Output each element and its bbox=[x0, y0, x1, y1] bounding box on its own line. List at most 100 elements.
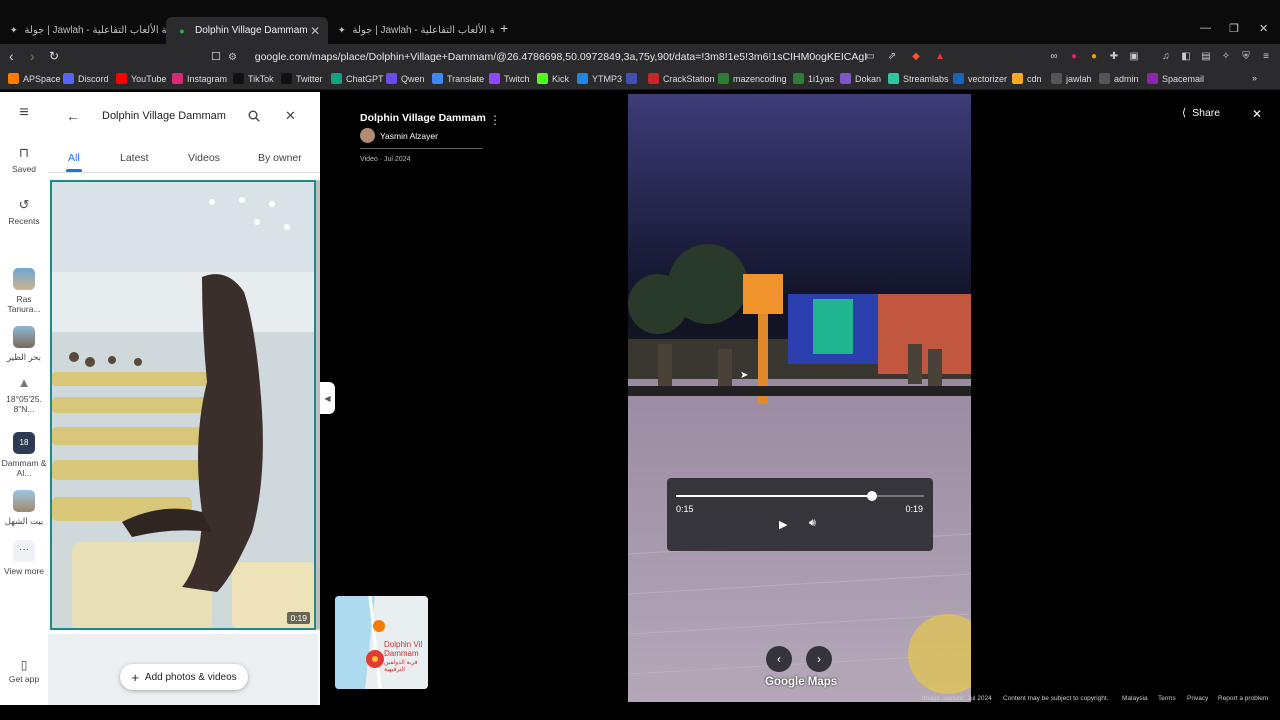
bookmark-label: YouTube bbox=[131, 73, 167, 84]
share-icon: ⟨ bbox=[1182, 107, 1187, 119]
more-options-icon[interactable]: ⋮ bbox=[489, 113, 501, 127]
wallet-icon[interactable]: ▤ bbox=[1199, 49, 1213, 63]
minimize-icon[interactable]: — bbox=[1200, 22, 1211, 34]
brave-shield-icon[interactable]: ◆ bbox=[909, 49, 923, 63]
seek-handle[interactable] bbox=[866, 491, 877, 501]
play-icon[interactable]: ▶ bbox=[779, 518, 787, 531]
bookmark-item[interactable]: APSpace bbox=[8, 73, 61, 84]
share-page-icon[interactable]: ⇗ bbox=[885, 49, 899, 63]
close-tab-icon[interactable]: ✕ bbox=[310, 24, 320, 38]
vpn-shield-icon[interactable]: ⛨ bbox=[1239, 49, 1253, 63]
menu-icon[interactable]: ≡ bbox=[1259, 49, 1273, 63]
url-text: google.com/maps/place/Dolphin+Village+Da… bbox=[254, 51, 868, 63]
minimap-thumbnail[interactable]: Dolphin Vil Dammam قرية الدولفين الترفيه… bbox=[335, 596, 428, 689]
bookmark-item[interactable]: Twitter bbox=[281, 73, 323, 84]
bookmark-item[interactable]: 1i1yas bbox=[793, 73, 834, 84]
bookmark-item[interactable]: ChatGPT bbox=[331, 73, 384, 84]
bookmark-item[interactable]: jawlah bbox=[1051, 73, 1092, 84]
bookmark-item[interactable]: Discord bbox=[63, 73, 109, 84]
add-photos-videos-button[interactable]: + Add photos & videos bbox=[120, 664, 248, 690]
bookmark-item[interactable]: CrackStation bbox=[648, 73, 715, 84]
bookmark-item[interactable]: mazencoding bbox=[718, 73, 787, 84]
cast-icon[interactable]: ▭ bbox=[863, 49, 877, 63]
bookmark-item[interactable]: Spacemail bbox=[1147, 73, 1204, 84]
bookmark-item[interactable]: Instagram bbox=[172, 73, 227, 84]
place-title[interactable]: Dolphin Village Dammam bbox=[360, 112, 500, 124]
browser-tab-maps[interactable]: ● Dolphin Village Dammam - Goo ✕ bbox=[166, 17, 328, 44]
bookmark-favicon-icon bbox=[626, 73, 637, 84]
forward-icon[interactable]: › bbox=[30, 48, 35, 64]
restore-icon[interactable]: ❐ bbox=[1229, 22, 1239, 35]
extension-shield-icon[interactable]: ● bbox=[1067, 49, 1081, 63]
view-more-button[interactable]: ··· View more bbox=[0, 540, 48, 576]
bookmark-item[interactable]: YTMP3 bbox=[577, 73, 622, 84]
clear-search-icon[interactable]: ✕ bbox=[285, 108, 296, 124]
search-input[interactable]: Dolphin Village Dammam bbox=[102, 110, 226, 122]
more-bookmarks-icon[interactable]: » bbox=[1252, 73, 1257, 83]
recent-ras-tanura[interactable]: Ras Tanura... bbox=[0, 268, 48, 314]
terms-link[interactable]: Terms bbox=[1158, 695, 1176, 702]
bookmark-label: vectorizer bbox=[968, 73, 1008, 84]
share-button[interactable]: ⟨ Share bbox=[1182, 107, 1220, 119]
window-close-icon[interactable]: ✕ bbox=[1259, 22, 1268, 35]
site-info-icon[interactable]: ⚙ bbox=[228, 52, 241, 63]
brave-rewards-icon[interactable]: ▲ bbox=[933, 49, 947, 63]
recent-coordinates[interactable]: ▲ 18°05'25. 8"N... bbox=[0, 376, 48, 414]
recent-bahr[interactable]: بحر الظير bbox=[0, 326, 48, 362]
tab-all[interactable]: All bbox=[68, 152, 80, 164]
reload-icon[interactable]: ↻ bbox=[49, 49, 59, 63]
seek-bar[interactable] bbox=[676, 491, 924, 501]
previous-media-button[interactable]: ‹ bbox=[766, 646, 792, 672]
bookmark-item[interactable]: Translate bbox=[432, 73, 484, 84]
browser-tab-jawlah-2[interactable]: ✦ جولة | Jawlah - منصة الألعاب التفاعلية bbox=[328, 17, 494, 44]
bookmark-item[interactable]: vectorizer bbox=[953, 73, 1007, 84]
bookmark-item[interactable]: Dokan bbox=[840, 73, 881, 84]
bookmark-item[interactable]: YouTube bbox=[116, 73, 166, 84]
recent-dammam[interactable]: 18 Dammam & Al... bbox=[0, 432, 48, 478]
get-app-button[interactable]: ▯ Get app bbox=[0, 659, 48, 684]
collapse-panel-button[interactable]: ◀ bbox=[320, 382, 335, 414]
back-arrow-icon[interactable]: ← bbox=[66, 108, 80, 124]
volume-icon[interactable]: 🔊︎ bbox=[809, 517, 816, 530]
chevron-right-icon: › bbox=[817, 652, 821, 666]
extension-box-icon[interactable]: ▣ bbox=[1127, 49, 1141, 63]
plus-icon: + bbox=[131, 669, 139, 685]
bookmark-item[interactable]: Streamlabs bbox=[888, 73, 949, 84]
sidebar-toggle-icon[interactable]: ◧ bbox=[1179, 49, 1193, 63]
bookmark-item[interactable]: Twitch bbox=[489, 73, 530, 84]
new-tab-icon[interactable]: + bbox=[500, 20, 508, 36]
close-viewer-icon[interactable]: ✕ bbox=[1252, 107, 1262, 121]
leo-ai-icon[interactable]: ✧ bbox=[1219, 49, 1233, 63]
video-frame[interactable]: ➤ ‹ › Google Maps bbox=[628, 94, 971, 702]
bookmark-favicon-icon bbox=[953, 73, 964, 84]
extension-flame-icon[interactable]: ● bbox=[1087, 49, 1101, 63]
rail-saved[interactable]: ⊓ Saved bbox=[0, 146, 48, 174]
selected-photo-thumbnail[interactable]: 0:19 bbox=[50, 180, 316, 630]
bookmark-label: Instagram bbox=[187, 73, 228, 84]
bookmark-item[interactable] bbox=[626, 73, 641, 84]
hamburger-menu-icon[interactable]: ≡ bbox=[0, 105, 48, 121]
author-row[interactable]: Yasmin Alzayer bbox=[360, 128, 500, 143]
bookmark-item[interactable]: cdn bbox=[1012, 73, 1042, 84]
extension-glasses-icon[interactable]: ∞ bbox=[1047, 49, 1061, 63]
recent-bait[interactable]: بيت الشهل bbox=[0, 490, 48, 526]
tab-videos[interactable]: Videos bbox=[188, 152, 220, 164]
search-icon[interactable] bbox=[248, 110, 260, 122]
bookmark-item[interactable]: admin bbox=[1099, 73, 1139, 84]
rail-recents[interactable]: ↺ Recents bbox=[0, 198, 48, 226]
privacy-link[interactable]: Privacy bbox=[1187, 695, 1208, 702]
tab-latest[interactable]: Latest bbox=[120, 152, 149, 164]
bookmark-item[interactable]: TikTok bbox=[233, 73, 274, 84]
report-problem-link[interactable]: Report a problem bbox=[1218, 695, 1268, 702]
region-link[interactable]: Malaysia bbox=[1122, 695, 1148, 702]
bookmark-page-icon[interactable]: ☐ bbox=[211, 50, 221, 63]
media-music-icon[interactable]: ♫ bbox=[1159, 49, 1173, 63]
extensions-puzzle-icon[interactable]: ✚ bbox=[1107, 49, 1121, 63]
browser-tab-jawlah-1[interactable]: ✦ جولة | Jawlah - منصة الألعاب التفاعلية bbox=[0, 17, 166, 44]
bookmark-item[interactable]: Kick bbox=[537, 73, 569, 84]
back-icon[interactable]: ‹ bbox=[9, 48, 14, 64]
address-bar[interactable]: ⚙ google.com/maps/place/Dolphin+Village+… bbox=[228, 46, 868, 68]
next-media-button[interactable]: › bbox=[806, 646, 832, 672]
bookmark-item[interactable]: Qwen bbox=[386, 73, 425, 84]
tab-by-owner[interactable]: By owner bbox=[258, 152, 302, 164]
